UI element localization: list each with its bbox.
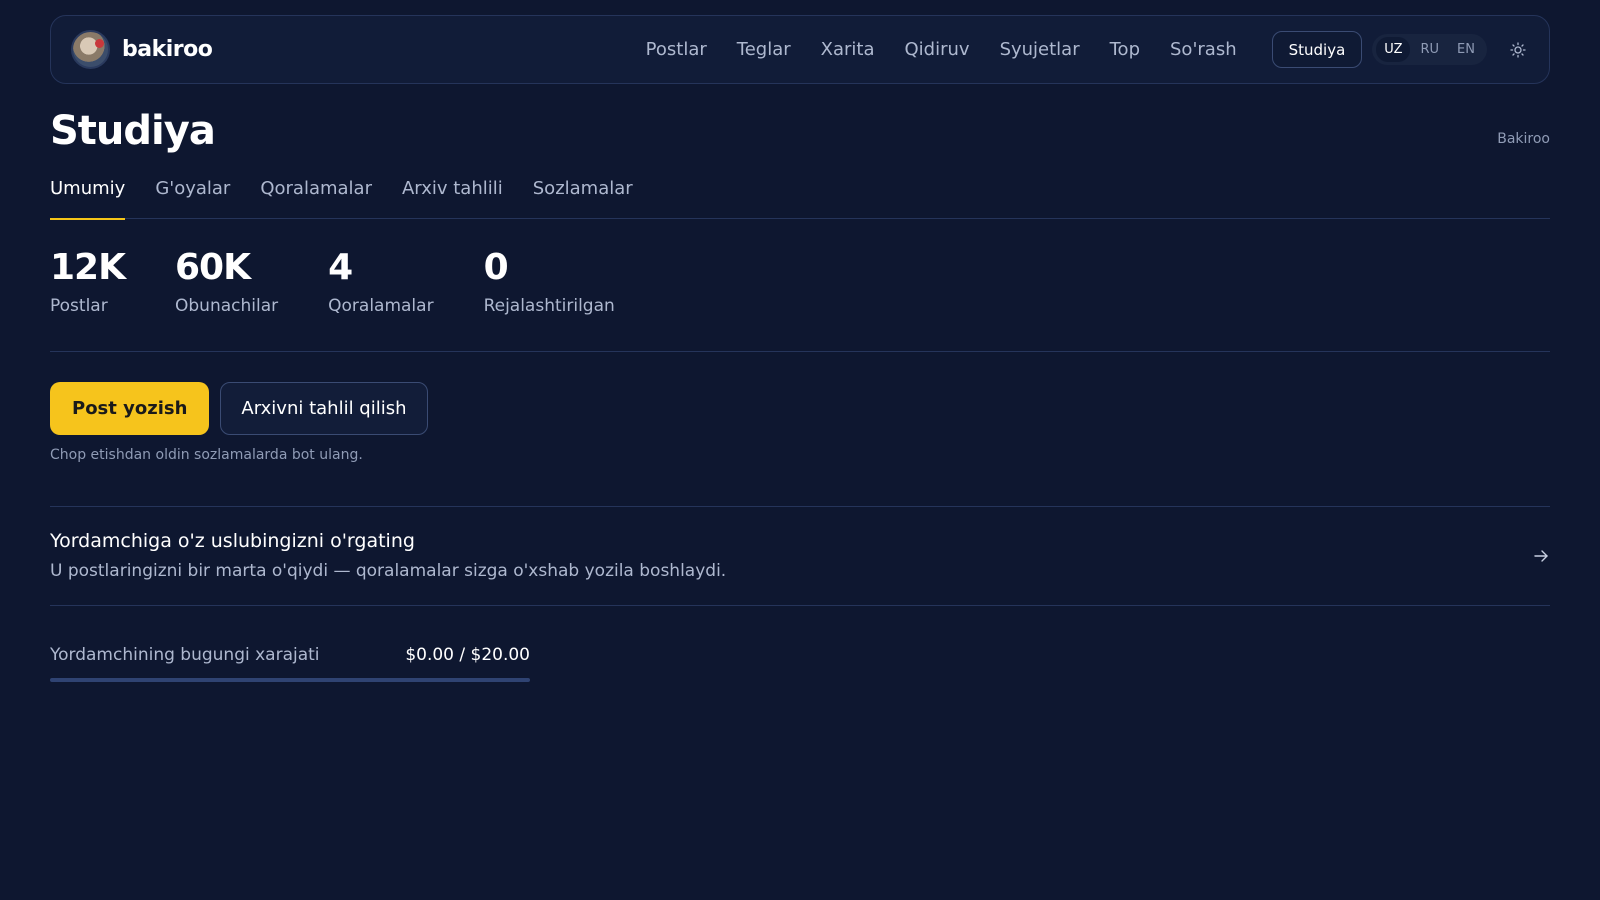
tab-goyalar[interactable]: G'oyalar (155, 178, 230, 219)
avatar (71, 30, 110, 69)
stat-value: 4 (328, 247, 353, 288)
sun-icon[interactable] (1507, 39, 1529, 61)
train-description: U postlaringizni bir marta o'qiydi — qor… (50, 561, 727, 581)
lang-ru[interactable]: RU (1412, 37, 1447, 62)
stat-drafts: 4 Qoralamalar (328, 246, 433, 316)
stat-label: Postlar (50, 296, 108, 316)
stat-label: Rejalashtirilgan (483, 296, 615, 316)
daily-cost: Yordamchining bugungi xarajati $0.00 / $… (50, 645, 530, 682)
brand-name: bakiroo (122, 37, 213, 62)
stat-label: Obunachilar (175, 296, 279, 316)
arrow-right-icon (1534, 550, 1548, 562)
lang-uz[interactable]: UZ (1376, 37, 1411, 62)
cost-value: $0.00 / $20.00 (405, 645, 530, 665)
stat-scheduled: 0 Rejalashtirilgan (484, 246, 615, 316)
action-buttons: Post yozish Arxivni tahlil qilish (50, 382, 428, 435)
train-style-row[interactable]: Yordamchiga o'z uslubingizni o'rgating U… (50, 507, 1550, 605)
top-navbar: bakiroo Postlar Teglar Xarita Qidiruv Sy… (50, 15, 1550, 84)
divider (50, 605, 1550, 606)
nav-item-top[interactable]: Top (1110, 39, 1140, 60)
studio-button[interactable]: Studiya (1271, 31, 1363, 68)
nav-item-xarita[interactable]: Xarita (821, 39, 875, 60)
stats-row: 12K Postlar 60K Obunachilar 4 Qoralamala… (50, 246, 665, 316)
lang-en[interactable]: EN (1449, 37, 1483, 62)
nav-item-postlar[interactable]: Postlar (646, 39, 707, 60)
stat-value: 0 (483, 247, 509, 288)
stat-subscribers: 60K Obunachilar (175, 246, 278, 316)
stat-posts: 12K Postlar (50, 246, 126, 316)
tab-qoralamalar[interactable]: Qoralamalar (260, 178, 372, 219)
bot-hint: Chop etishdan oldin sozlamalarda bot ula… (50, 447, 363, 463)
nav-item-syujetlar[interactable]: Syujetlar (1000, 39, 1080, 60)
stat-value: 60K (175, 247, 251, 288)
brand[interactable]: bakiroo (71, 30, 213, 69)
stat-label: Qoralamalar (328, 296, 434, 316)
main-nav: Postlar Teglar Xarita Qidiruv Syujetlar … (646, 39, 1237, 60)
stat-value: 12K (50, 247, 126, 288)
cost-progress-bar (50, 678, 530, 682)
breadcrumb[interactable]: Bakiroo (1497, 131, 1550, 147)
language-switcher: UZ RU EN (1372, 34, 1487, 65)
write-post-button[interactable]: Post yozish (50, 382, 210, 435)
tab-umumiy[interactable]: Umumiy (50, 178, 126, 220)
studio-page: bakiroo Postlar Teglar Xarita Qidiruv Sy… (0, 0, 1600, 900)
nav-item-qidiruv[interactable]: Qidiruv (905, 39, 970, 60)
tab-arxiv-tahlili[interactable]: Arxiv tahlili (402, 178, 503, 219)
train-title: Yordamchiga o'z uslubingizni o'rgating (50, 530, 415, 552)
tab-sozlamalar[interactable]: Sozlamalar (533, 178, 633, 219)
nav-item-sorash[interactable]: So'rash (1170, 39, 1237, 60)
page-title: Studiya (50, 108, 216, 154)
analyze-archive-button[interactable]: Arxivni tahlil qilish (220, 382, 428, 435)
nav-item-teglar[interactable]: Teglar (737, 39, 791, 60)
studio-tabs: Umumiy G'oyalar Qoralamalar Arxiv tahlil… (50, 178, 1550, 220)
divider (50, 351, 1550, 352)
